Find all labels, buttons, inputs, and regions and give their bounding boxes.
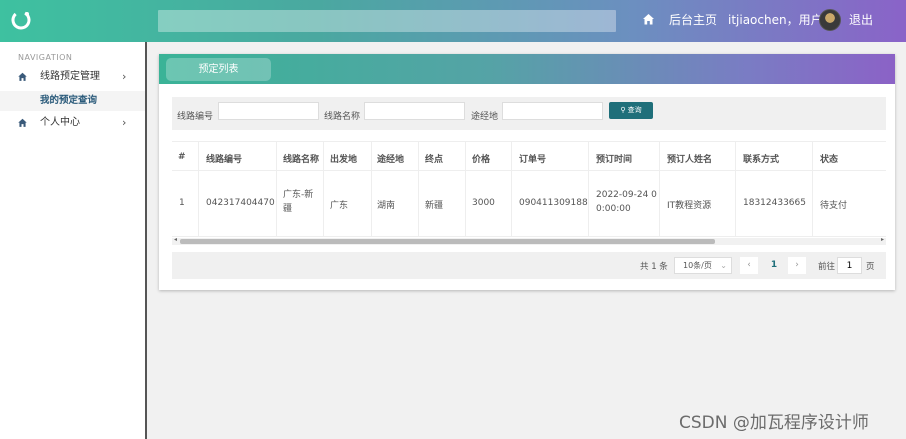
avatar[interactable]	[819, 9, 841, 31]
goto-label: 前往	[818, 262, 836, 272]
col-header-index: #	[178, 152, 186, 162]
sidebar-item-label: 线路预定管理	[40, 71, 100, 82]
cell-order-no: 090411309188	[519, 198, 588, 208]
horizontal-scrollbar[interactable]: ◂ ▸	[172, 236, 886, 245]
cell-route-name: 广东-新 疆	[283, 188, 313, 216]
home-icon	[18, 118, 27, 127]
cell-time-line1: 2022-09-24 0	[596, 190, 657, 200]
card-header: 预定列表	[159, 54, 895, 84]
row-divider	[172, 170, 886, 171]
col-header-origin: 出发地	[330, 155, 358, 165]
col-divider	[465, 141, 466, 237]
search-icon: ⚲	[620, 106, 628, 114]
col-header-time: 预订时间	[596, 155, 633, 165]
col-header-contact: 联系方式	[743, 155, 780, 165]
cell-destination: 新疆	[425, 201, 444, 211]
home-icon[interactable]	[642, 13, 655, 26]
home-icon	[18, 72, 27, 81]
scrollbar-thumb[interactable]	[180, 239, 715, 244]
cell-time: 2022-09-24 0 0:00:00	[596, 188, 657, 216]
col-header-destination: 终点	[425, 155, 444, 165]
total-count: 共 1 条	[640, 262, 668, 272]
header-search-bar[interactable]	[158, 10, 616, 32]
cell-time-line2: 0:00:00	[596, 204, 631, 214]
home-link[interactable]: 后台主页	[669, 13, 717, 28]
page-unit-label: 页	[866, 262, 875, 272]
chevron-right-icon: ›	[795, 260, 799, 270]
cell-via: 湖南	[377, 201, 396, 211]
col-header-route-no: 线路编号	[206, 155, 243, 165]
cell-contact: 18312433665	[743, 198, 806, 208]
col-divider	[371, 141, 372, 237]
scroll-right-icon[interactable]: ▸	[881, 236, 884, 243]
nav-title: NAVIGATION	[18, 53, 73, 62]
sidebar-item-route-booking[interactable]: 线路预定管理 ›	[0, 66, 145, 88]
cell-booker: IT教程资源	[667, 201, 712, 211]
page-size-value: 10条/页	[683, 261, 712, 270]
page-number-current[interactable]: 1	[764, 257, 784, 274]
route-name-input[interactable]	[364, 102, 465, 120]
col-divider	[198, 141, 199, 237]
cell-index: 1	[179, 198, 185, 208]
watermark: CSDN @加瓦程序设计师	[679, 413, 869, 433]
route-no-input[interactable]	[218, 102, 319, 120]
via-input[interactable]	[502, 102, 603, 120]
row-divider	[172, 141, 886, 142]
chevron-right-icon: ›	[122, 116, 127, 129]
logout-link[interactable]: 退出	[849, 13, 873, 28]
col-divider	[511, 141, 512, 237]
col-header-price: 价格	[472, 155, 491, 165]
sidebar-item-label: 个人中心	[40, 117, 80, 128]
pagination: 共 1 条 10条/页 ⌄ ‹ 1 › 前往 页	[172, 252, 886, 279]
route-no-label: 线路编号	[177, 112, 214, 122]
via-label: 途经地	[471, 112, 499, 122]
page-size-select[interactable]: 10条/页 ⌄	[674, 257, 732, 274]
col-header-status: 状态	[820, 155, 839, 165]
sidebar-item-personal-center[interactable]: 个人中心 ›	[0, 112, 145, 134]
tab-booking-list[interactable]: 预定列表	[166, 58, 271, 81]
cell-route-name-line1: 广东-新	[283, 190, 314, 200]
chevron-left-icon: ‹	[747, 260, 751, 270]
goto-page-input[interactable]	[837, 257, 862, 274]
sidebar-subitem-my-bookings[interactable]: 我的预定查询	[0, 91, 145, 111]
col-divider	[659, 141, 660, 237]
row-divider	[172, 236, 886, 237]
cell-route-name-line2: 疆	[283, 204, 293, 214]
next-page-button[interactable]: ›	[788, 257, 806, 274]
col-divider	[276, 141, 277, 237]
col-divider	[588, 141, 589, 237]
cell-price: 3000	[472, 198, 495, 208]
col-header-via: 途经地	[377, 155, 405, 165]
col-header-order-no: 订单号	[519, 155, 547, 165]
search-button-label: 查询	[627, 106, 642, 114]
col-header-route-name: 线路名称	[283, 155, 320, 165]
sidebar-subitem-label: 我的预定查询	[40, 95, 98, 106]
chevron-right-icon: ›	[122, 70, 127, 83]
cell-origin: 广东	[330, 201, 349, 211]
cell-route-no: 042317404470	[206, 198, 275, 208]
user-label: itjiaochen，用户	[728, 13, 823, 27]
col-divider	[323, 141, 324, 237]
col-divider	[735, 141, 736, 237]
chevron-down-icon: ⌄	[720, 261, 727, 270]
col-header-booker: 预订人姓名	[667, 155, 713, 165]
search-form: 线路编号 线路名称 途经地 ⚲ 查询	[172, 97, 886, 130]
logo-icon	[11, 10, 31, 30]
cell-status: 待支付	[820, 201, 848, 211]
booking-table: # 线路编号 线路名称 出发地 途经地 终点 价格 订单号 预订时间 预订人姓名…	[172, 141, 886, 249]
prev-page-button[interactable]: ‹	[740, 257, 758, 274]
col-divider	[812, 141, 813, 237]
scroll-left-icon[interactable]: ◂	[174, 236, 177, 243]
top-header: 后台主页 itjiaochen，用户 退出	[0, 0, 906, 42]
booking-list-card: 预定列表 线路编号 线路名称 途经地 ⚲ 查询 # 线路编号 线路名称 出发地 …	[159, 54, 895, 290]
search-button[interactable]: ⚲ 查询	[609, 102, 653, 119]
sidebar: NAVIGATION 线路预定管理 › 我的预定查询 个人中心 ›	[0, 42, 147, 439]
col-divider	[418, 141, 419, 237]
route-name-label: 线路名称	[324, 112, 361, 122]
